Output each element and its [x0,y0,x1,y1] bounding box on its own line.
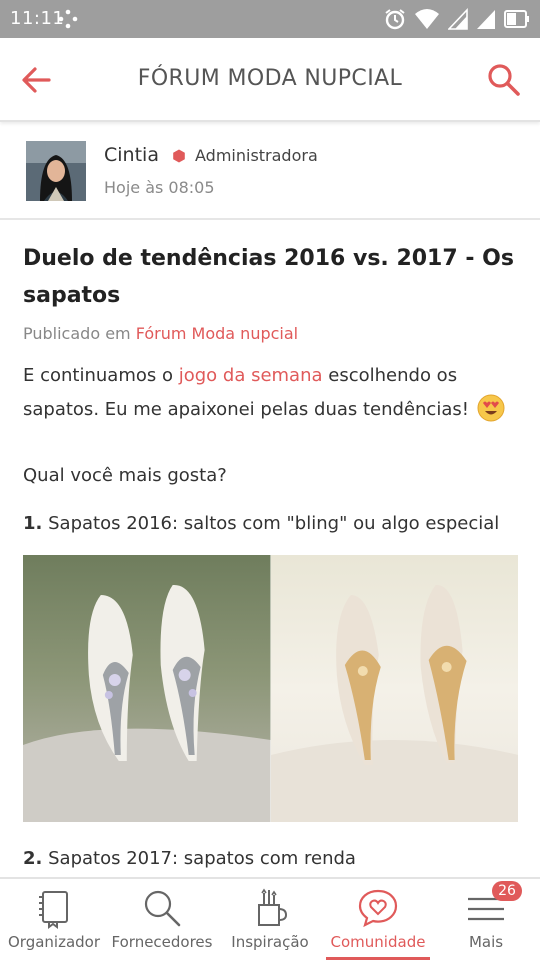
notification-badge: 26 [492,881,522,901]
forum-link[interactable]: Fórum Moda nupcial [136,324,298,343]
nav-comunidade[interactable]: Comunidade [324,879,432,960]
bottom-nav: Organizador Fornecedores Inspiração Comu… [0,877,540,960]
nav-fornecedores[interactable]: Fornecedores [108,879,216,960]
nav-mais-label: Mais [468,933,504,951]
avatar-photo [26,141,86,201]
status-icons [384,8,530,30]
silver-heels-image [23,555,271,822]
author-role: Administradora [195,146,318,165]
author-block: Cintia Administradora Hoje às 08:05 [0,124,540,220]
wifi-icon [415,9,439,29]
alarm-icon [385,9,405,30]
published-prefix: Publicado em [23,324,131,343]
status-time: 11:11 [10,8,65,29]
app-header: FÓRUM MODA NUPCIAL [0,38,540,122]
nav-organizador-label: Organizador [7,933,101,951]
search-icon [144,890,181,927]
nav-comunidade-label: Comunidade [330,933,426,951]
question-text: Qual você mais gosta? [23,465,227,486]
nav-organizador[interactable]: Organizador [0,879,108,960]
published-in: Publicado em Fórum Moda nupcial [23,324,518,343]
heart-chat-icon [358,889,398,928]
post-title: Duelo de tendências 2016 vs. 2017 - Os s… [23,246,514,308]
signal-icon [448,8,468,30]
back-arrow-icon[interactable] [18,62,54,98]
item-2-number: 2. [23,848,43,869]
avatar[interactable] [26,141,86,201]
inspiration-icon [258,888,288,926]
item-1-number: 1. [23,513,43,534]
signal-icon-2 [477,10,495,29]
post-content: Duelo de tendências 2016 vs. 2017 - Os s… [23,240,518,876]
search-icon[interactable] [486,62,522,98]
item-1-text: Sapatos 2016: saltos com "bling" ou algo… [48,513,500,534]
game-of-week-link[interactable]: jogo da semana [179,365,323,386]
app-notification-icon [58,9,78,29]
post-intro: E continuamos o jogo da semana escolhend… [23,359,518,427]
shoes-2016-photo[interactable] [23,555,518,822]
battery-icon [504,10,529,28]
nav-mais[interactable]: 26 Mais [432,879,540,960]
item-2-text: Sapatos 2017: sapatos com renda [48,848,356,869]
page-title: FÓRUM MODA NUPCIAL [137,66,403,91]
item-2: 2. Sapatos 2017: sapatos com renda [23,842,518,876]
nav-inspiracao-label: Inspiração [231,933,309,951]
status-bar: 11:11 [0,0,540,38]
item-1: 1. Sapatos 2016: saltos com "bling" ou a… [23,507,518,541]
planner-icon [39,891,68,929]
post-date: Hoje às 08:05 [104,178,215,197]
intro-text-before: E continuamos o [23,365,173,386]
author-name[interactable]: Cintia [104,144,159,166]
gold-heels-image [270,555,518,822]
nav-inspiracao[interactable]: Inspiração [216,879,324,960]
role-badge-icon [173,149,185,163]
nav-fornecedores-label: Fornecedores [111,933,213,951]
heart-eyes-emoji-icon [477,394,505,422]
